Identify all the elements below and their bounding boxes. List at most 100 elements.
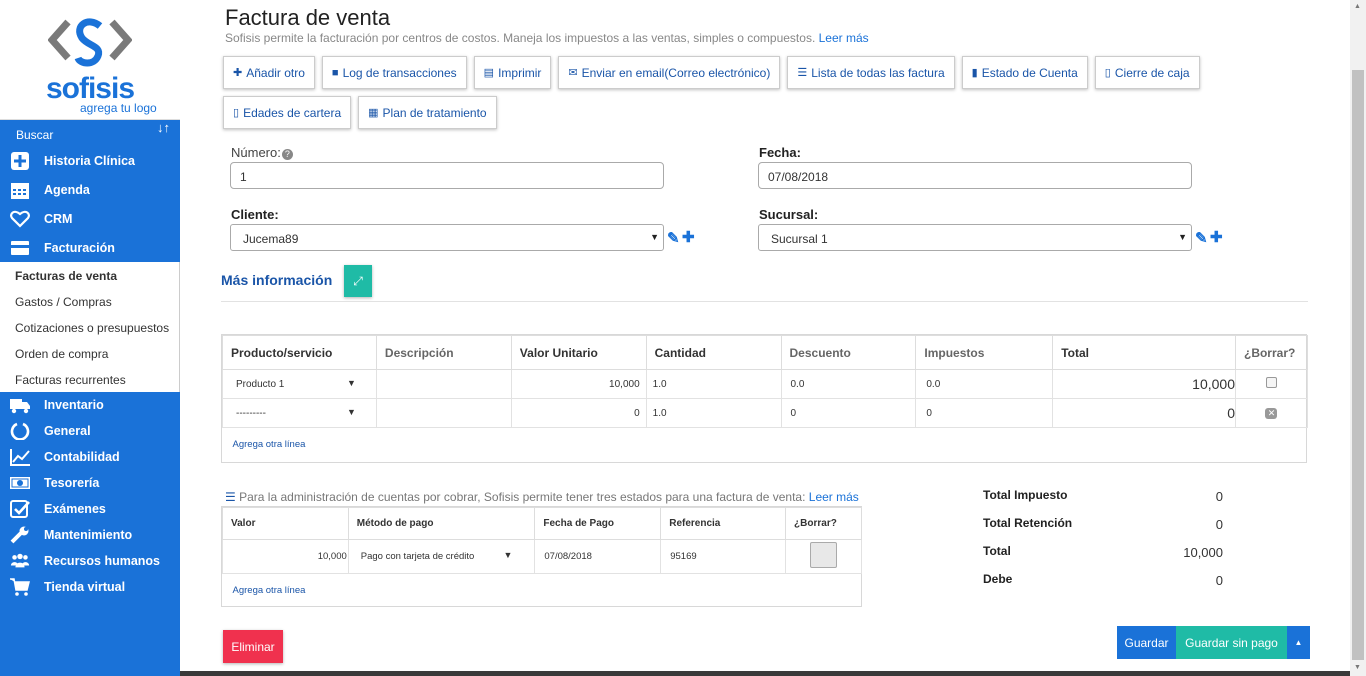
delete-checkbox[interactable] (1234, 369, 1309, 399)
discount-input[interactable]: 0.0 (780, 369, 917, 399)
logo[interactable]: sofisis agrega tu logo (0, 0, 180, 120)
fecha-input[interactable]: 07/08/2018 (758, 162, 1192, 189)
save-button[interactable]: Guardar (1117, 626, 1176, 659)
dropdown-arrow-icon: ▼ (503, 550, 513, 560)
dropdown-arrow-icon: ▼ (650, 232, 659, 242)
add-payment-line-link[interactable]: Agrega otra línea (233, 585, 306, 596)
truck-icon (10, 399, 30, 414)
plus-square-icon (11, 152, 29, 170)
account-statement-button[interactable]: ▮ Estado de Cuenta (961, 56, 1088, 89)
send-email-button[interactable]: ✉ Enviar en email(Correo electrónico) (558, 56, 781, 89)
tax-input[interactable]: 0 (915, 398, 1054, 428)
vertical-scrollbar[interactable]: ▲ ▼ (1350, 0, 1366, 676)
sidebar-item-general[interactable]: General (0, 418, 180, 444)
add-line-link[interactable]: Agrega otra línea (233, 439, 306, 450)
circle-notch-icon (10, 422, 30, 440)
payment-date-input[interactable]: 07/08/2018 (534, 539, 662, 574)
quantity-input[interactable]: 1.0 (645, 398, 782, 428)
description-input[interactable] (375, 369, 512, 399)
invoice-list-button[interactable]: ☰ Lista de todas las factura (787, 56, 955, 89)
submenu-facturas-recurrentes[interactable]: Facturas recurrentes (0, 366, 179, 392)
add-cliente-icon[interactable]: ✚ (682, 228, 695, 246)
sidebar-item-facturacion[interactable]: Facturación (0, 233, 180, 262)
more-info-toggle[interactable]: Más información (221, 272, 332, 288)
submenu-facturas-de-venta[interactable]: Facturas de venta (0, 262, 179, 288)
save-without-payment-button[interactable]: Guardar sin pago (1176, 626, 1287, 659)
edit-cliente-icon[interactable]: ✎ (667, 229, 680, 247)
button-label: Cierre de caja (1114, 65, 1190, 80)
heart-icon (10, 210, 30, 228)
remove-row-button[interactable]: ✕ (1234, 398, 1309, 428)
column-header: Descripción (375, 335, 512, 370)
submenu-gastos-compras[interactable]: Gastos / Compras (0, 288, 179, 314)
summary-due-value: 0 (1215, 573, 1223, 588)
sidebar-item-inventario[interactable]: Inventario (0, 392, 180, 418)
payment-delete-checkbox[interactable] (785, 539, 862, 574)
button-label: Lista de todas las factura (811, 65, 945, 80)
scroll-thumb[interactable] (1352, 70, 1364, 660)
button-label: Enviar en email(Correo electrónico) (581, 65, 771, 80)
quantity-input[interactable]: 1.0 (645, 369, 782, 399)
row-total: 10,000 (1052, 369, 1236, 399)
description-input[interactable] (375, 398, 512, 428)
product-select[interactable]: --------- ▼ (222, 398, 377, 428)
toolbar-row-1: ✚ Añadir otro ■ Log de transacciones ▤ Impr… (223, 56, 1200, 89)
sidebar-item-crm[interactable]: CRM (0, 204, 180, 233)
button-label: Añadir otro (246, 65, 305, 80)
print-button[interactable]: ▤ Imprimir (473, 56, 552, 89)
sidebar-item-mantenimiento[interactable]: Mantenimiento (0, 522, 180, 548)
submenu-orden-de-compra[interactable]: Orden de compra (0, 340, 179, 366)
sidebar-item-tienda-virtual[interactable]: Tienda virtual (0, 574, 180, 605)
submenu-cotizaciones[interactable]: Cotizaciones o presupuestos (0, 314, 179, 340)
calendar-icon (11, 183, 29, 199)
treatment-plan-button[interactable]: ▦ Plan de tratamiento (358, 96, 497, 129)
scroll-up-icon[interactable]: ▲ (1354, 3, 1361, 10)
cliente-label: Cliente: (231, 207, 279, 222)
transaction-log-button[interactable]: ■ Log de transacciones (321, 56, 467, 89)
payment-method-select[interactable]: Pago con tarjeta de crédito ▼ (347, 539, 536, 574)
sidebar-item-agenda[interactable]: Agenda (0, 175, 180, 204)
payments-read-more-link[interactable]: Leer más (809, 490, 859, 504)
button-label: Log de transacciones (342, 65, 457, 80)
payment-method-value: Pago con tarjeta de crédito (360, 551, 475, 562)
scroll-down-icon[interactable]: ▼ (1354, 664, 1361, 671)
column-header: Total (1052, 335, 1236, 370)
expand-icon[interactable]: ⤢ (344, 265, 372, 297)
column-header: Fecha de Pago (534, 507, 662, 540)
edit-sucursal-icon[interactable]: ✎ (1195, 229, 1208, 247)
sidebar-item-tesoreria[interactable]: Tesorería (0, 470, 180, 496)
sort-icon[interactable]: ↓↑ (157, 120, 170, 135)
sidebar-item-examenes[interactable]: Exámenes (0, 496, 180, 522)
tax-input[interactable]: 0.0 (915, 369, 1054, 399)
unit-price-input[interactable]: 10,000 (510, 369, 647, 399)
payment-value-input[interactable]: 10,000 (222, 539, 349, 574)
sidebar-search[interactable]: Buscar ↓↑ (0, 120, 180, 146)
sucursal-selected-value: Sucursal 1 (771, 232, 828, 246)
caret-up-icon[interactable]: ▲ (1287, 626, 1310, 659)
sidebar-item-recursos-humanos[interactable]: Recursos humanos (0, 548, 180, 574)
checkbox-icon (810, 542, 838, 568)
cliente-select[interactable]: Jucema89 ▼ (230, 224, 664, 251)
summary-total-retention-value: 0 (1215, 517, 1223, 532)
read-more-link[interactable]: Leer más (819, 31, 869, 45)
numero-input[interactable]: 1 (230, 162, 664, 189)
product-select[interactable]: Producto 1 ▼ (222, 369, 377, 399)
sucursal-select[interactable]: Sucursal 1 ▼ (758, 224, 1192, 251)
payment-reference-input[interactable]: 95169 (660, 539, 787, 574)
sucursal-label: Sucursal: (759, 207, 819, 222)
remove-icon: ✕ (1265, 407, 1278, 419)
products-table: Producto/servicio Descripción Valor Unit… (221, 334, 1309, 463)
sidebar-item-historia-clinica[interactable]: Historia Clínica (0, 146, 180, 175)
sidebar-item-contabilidad[interactable]: Contabilidad (0, 444, 180, 470)
delete-button[interactable]: Eliminar (223, 630, 283, 663)
book-icon: ■ (331, 66, 339, 79)
button-label: Imprimir (498, 65, 542, 80)
page-title: Factura de venta (225, 5, 391, 30)
discount-input[interactable]: 0 (780, 398, 917, 428)
add-sucursal-icon[interactable]: ✚ (1210, 228, 1223, 246)
add-another-button[interactable]: ✚ Añadir otro (223, 56, 315, 89)
portfolio-ages-button[interactable]: ▯ Edades de cartera (223, 96, 352, 129)
unit-price-input[interactable]: 0 (510, 398, 647, 428)
dropdown-arrow-icon: ▼ (346, 407, 356, 417)
cash-close-button[interactable]: ▯ Cierre de caja (1094, 56, 1200, 89)
